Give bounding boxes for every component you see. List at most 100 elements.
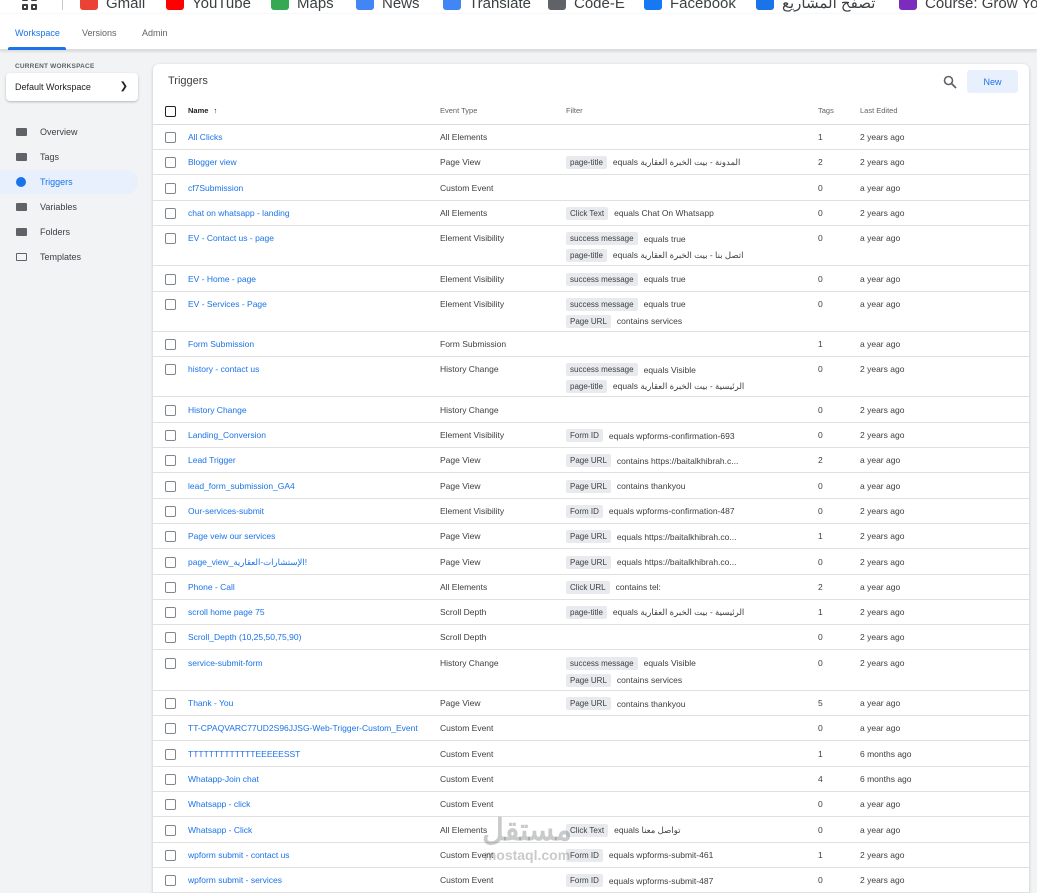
- trigger-name-link[interactable]: Our-services-submit: [188, 506, 264, 516]
- table-row[interactable]: page_view_الإستشارات-العقارية! Page View 0…: [153, 550, 1029, 575]
- row-checkbox[interactable]: [165, 505, 176, 517]
- row-checkbox[interactable]: [165, 607, 176, 619]
- trigger-name-link[interactable]: wpform submit - services: [188, 875, 282, 885]
- table-row[interactable]: TT-CPAQVARC77UD2S96JJSG-Web-Trigger-Cust…: [153, 716, 1029, 742]
- trigger-name-link[interactable]: Form Submission: [188, 339, 254, 349]
- trigger-name-link[interactable]: TTTTTTTTTTTTTEEEEESST: [188, 749, 300, 759]
- row-checkbox[interactable]: [165, 799, 176, 811]
- workspace-selector[interactable]: Default Workspace ❯: [6, 73, 138, 101]
- trigger-name-link[interactable]: page_view_الإستشارات-العقارية!: [188, 557, 307, 568]
- row-checkbox[interactable]: [165, 698, 176, 709]
- trigger-name-link[interactable]: Scroll_Depth (10,25,50,75,90): [188, 632, 301, 642]
- trigger-name-link[interactable]: Lead Trigger: [188, 455, 236, 465]
- trigger-name-link[interactable]: Whatsapp - click: [188, 799, 250, 809]
- row-checkbox[interactable]: [165, 233, 176, 245]
- row-checkbox[interactable]: [165, 581, 176, 593]
- row-checkbox[interactable]: [165, 824, 176, 836]
- sidebar-item-templates[interactable]: Templates: [0, 245, 138, 269]
- table-row[interactable]: Form Submission Form Submission 1 a year ag…: [153, 332, 1029, 358]
- trigger-name-link[interactable]: lead_form_submission_GA4: [188, 481, 295, 491]
- search-icon[interactable]: [943, 75, 957, 89]
- trigger-name-link[interactable]: History Change: [188, 405, 247, 415]
- bookmark-gmail[interactable]: Gmail: [80, 0, 145, 12]
- table-row[interactable]: history - contact us History Change 0 2 yea…: [153, 357, 1029, 398]
- row-checkbox[interactable]: [165, 556, 176, 568]
- row-checkbox[interactable]: [165, 531, 176, 543]
- trigger-name-link[interactable]: Whatsapp - Click: [188, 825, 252, 835]
- row-checkbox[interactable]: [165, 364, 176, 376]
- table-row[interactable]: Whatsapp - Click All Elements 0 a year ago C…: [153, 818, 1029, 843]
- column-header-tags[interactable]: Tags: [818, 106, 834, 115]
- select-all-checkbox[interactable]: [165, 106, 176, 117]
- table-row[interactable]: wpform submit - services Custom Event 0 2 y…: [153, 868, 1029, 893]
- table-row[interactable]: Our-services-submit Element Visibility 0 2 …: [153, 499, 1029, 524]
- trigger-name-link[interactable]: Whatapp-Join chat: [188, 774, 259, 784]
- row-checkbox[interactable]: [165, 298, 176, 310]
- trigger-name-link[interactable]: Blogger view: [188, 157, 237, 167]
- table-row[interactable]: EV - Contact us - page Element Visibility…: [153, 226, 1029, 267]
- trigger-name-link[interactable]: Page veiw our services: [188, 531, 275, 541]
- row-checkbox[interactable]: [165, 132, 176, 143]
- row-checkbox[interactable]: [165, 723, 176, 735]
- trigger-name-link[interactable]: service-submit-form: [188, 658, 263, 668]
- bookmark-course[interactable]: Course: Grow Yo: [899, 0, 1037, 12]
- bookmark-facebook[interactable]: Facebook: [644, 0, 736, 12]
- trigger-name-link[interactable]: EV - Contact us - page: [188, 233, 274, 243]
- table-row[interactable]: Page veiw our services Page View 1 2 years …: [153, 524, 1029, 550]
- row-checkbox[interactable]: [165, 157, 176, 169]
- sidebar-item-folders[interactable]: Folders: [0, 220, 138, 244]
- sidebar-item-overview[interactable]: Overview: [0, 120, 138, 144]
- tab-admin[interactable]: Admin: [142, 28, 168, 38]
- row-checkbox[interactable]: [165, 849, 176, 861]
- table-row[interactable]: Thank - You Page View 5 a year ago Page URL c…: [153, 691, 1029, 716]
- row-checkbox[interactable]: [165, 875, 176, 887]
- column-header-name[interactable]: Name ↑: [188, 106, 217, 115]
- row-checkbox[interactable]: [165, 182, 176, 194]
- table-row[interactable]: Whatsapp - click Custom Event 0 a year ago: [153, 792, 1029, 818]
- row-checkbox[interactable]: [165, 748, 176, 760]
- table-row[interactable]: scroll home page 75 Scroll Depth 1 2 years …: [153, 600, 1029, 626]
- bookmark-code-e[interactable]: Code-E: [548, 0, 625, 12]
- table-row[interactable]: Phone - Call All Elements 2 a year ago Click…: [153, 575, 1029, 600]
- table-row[interactable]: History Change History Change 0 2 years ago: [153, 398, 1029, 423]
- table-row[interactable]: All Clicks All Elements 1 2 years ago: [153, 125, 1029, 150]
- trigger-name-link[interactable]: TT-CPAQVARC77UD2S96JJSG-Web-Trigger-Cust…: [188, 723, 418, 733]
- table-row[interactable]: Lead Trigger Page View 2 a year ago Page URL…: [153, 448, 1029, 474]
- table-row[interactable]: Blogger view Page View 2 2 years ago page-ti…: [153, 150, 1029, 176]
- column-header-last-edited[interactable]: Last Edited: [860, 106, 898, 115]
- trigger-name-link[interactable]: EV - Home - page: [188, 274, 256, 284]
- apps-grid-icon[interactable]: [22, 0, 38, 10]
- trigger-name-link[interactable]: chat on whatsapp - landing: [188, 208, 290, 218]
- table-row[interactable]: Scroll_Depth (10,25,50,75,90) Scroll Dept…: [153, 625, 1029, 651]
- row-checkbox[interactable]: [165, 207, 176, 219]
- tab-workspace[interactable]: Workspace: [15, 28, 60, 38]
- table-row[interactable]: service-submit-form History Change 0 2 year…: [153, 651, 1029, 691]
- bookmark-maps[interactable]: Maps: [271, 0, 334, 12]
- trigger-name-link[interactable]: EV - Services - Page: [188, 299, 267, 309]
- column-header-event-type[interactable]: Event Type: [440, 106, 477, 115]
- trigger-name-link[interactable]: Thank - You: [188, 698, 233, 708]
- tab-versions[interactable]: Versions: [82, 28, 117, 38]
- row-checkbox[interactable]: [165, 480, 176, 492]
- sidebar-item-variables[interactable]: Variables: [0, 195, 138, 219]
- trigger-name-link[interactable]: wpform submit - contact us: [188, 850, 290, 860]
- trigger-name-link[interactable]: cf7Submission: [188, 183, 243, 193]
- table-row[interactable]: Whatapp-Join chat Custom Event 4 6 months a…: [153, 767, 1029, 792]
- row-checkbox[interactable]: [165, 339, 176, 351]
- bookmark-projects[interactable]: تصفح المشاريع: [756, 0, 875, 12]
- table-row[interactable]: cf7Submission Custom Event 0 a year ago: [153, 176, 1029, 201]
- row-checkbox[interactable]: [165, 657, 176, 669]
- bookmark-youtube[interactable]: YouTube: [166, 0, 251, 12]
- table-row[interactable]: TTTTTTTTTTTTTEEEEESST Custom Event 1 6 mont…: [153, 742, 1029, 767]
- table-row[interactable]: lead_form_submission_GA4 Page View 0 a year…: [153, 474, 1029, 499]
- trigger-name-link[interactable]: history - contact us: [188, 364, 259, 374]
- table-row[interactable]: EV - Services - Page Element Visibility 0 a…: [153, 292, 1029, 332]
- bookmark-news[interactable]: News: [356, 0, 420, 12]
- row-checkbox[interactable]: [165, 773, 176, 785]
- table-row[interactable]: chat on whatsapp - landing All Elements 0 2…: [153, 201, 1029, 226]
- sidebar-item-tags[interactable]: Tags: [0, 145, 138, 169]
- bookmark-translate[interactable]: Translate: [443, 0, 531, 12]
- row-checkbox[interactable]: [165, 455, 176, 467]
- row-checkbox[interactable]: [165, 273, 176, 285]
- trigger-name-link[interactable]: Phone - Call: [188, 582, 235, 592]
